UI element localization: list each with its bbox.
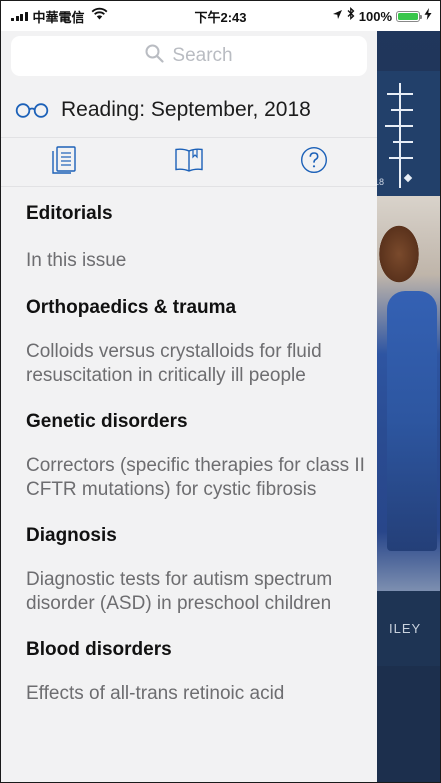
cover-bottom <box>377 666 440 782</box>
section-blood-disorders: Blood disorders Effects of all-trans ret… <box>26 637 366 706</box>
tab-book[interactable] <box>126 138 251 186</box>
article-link[interactable]: Colloids versus crystalloids for fluid r… <box>26 340 366 388</box>
reading-issue-label: Reading: September, 2018 <box>61 98 311 121</box>
cover-photo <box>377 196 440 591</box>
search-input[interactable]: Search <box>172 45 232 67</box>
reading-glasses-icon <box>14 102 50 118</box>
journal-logo <box>377 71 440 196</box>
section-heading: Blood disorders <box>26 639 172 660</box>
location-arrow-icon <box>332 7 343 25</box>
tab-help[interactable] <box>252 138 377 186</box>
section-diagnosis: Diagnosis Diagnostic tests for autism sp… <box>26 523 366 616</box>
search-icon <box>145 44 164 68</box>
article-link[interactable]: Correctors (specific therapies for class… <box>26 454 366 502</box>
section-editorials: Editorials In this issue <box>26 201 366 273</box>
book-icon <box>174 147 204 178</box>
reading-issue-row[interactable]: Reading: September, 2018 <box>1 87 377 133</box>
side-drawer: Search Reading: September, 2018 Editoria… <box>1 31 377 782</box>
battery-percent: 100% <box>358 8 392 24</box>
section-heading: Diagnosis <box>26 525 117 546</box>
article-link[interactable]: In this issue <box>26 249 366 273</box>
help-icon <box>300 146 328 179</box>
section-heading: Orthopaedics & trauma <box>26 297 237 318</box>
section-orthopaedics-trauma: Orthopaedics & trauma Colloids versus cr… <box>26 295 366 388</box>
article-link[interactable]: Effects of all-trans retinoic acid <box>26 682 366 706</box>
section-heading: Genetic disorders <box>26 411 188 432</box>
charging-bolt-icon <box>424 7 432 25</box>
section-heading: Editorials <box>26 203 113 224</box>
battery-icon <box>396 10 422 22</box>
status-bar: 中華電信 下午2:43 100% <box>1 1 440 31</box>
article-link[interactable]: Diagnostic tests for autism spectrum dis… <box>26 568 366 616</box>
tab-table-of-contents[interactable] <box>1 138 126 186</box>
table-of-contents-list: Editorials In this issue Orthopaedics & … <box>26 201 366 706</box>
section-genetic-disorders: Genetic disorders Correctors (specific t… <box>26 409 366 502</box>
publisher-brand-fragment: ILEY <box>389 621 422 636</box>
table-of-contents-icon <box>51 145 77 179</box>
drawer-tab-bar <box>1 137 377 187</box>
phone-screen: 18 ILEY 中華電信 下午2:43 100% Search Reading:… <box>0 0 441 783</box>
bluetooth-icon <box>347 7 355 25</box>
search-bar[interactable]: Search <box>11 36 367 76</box>
